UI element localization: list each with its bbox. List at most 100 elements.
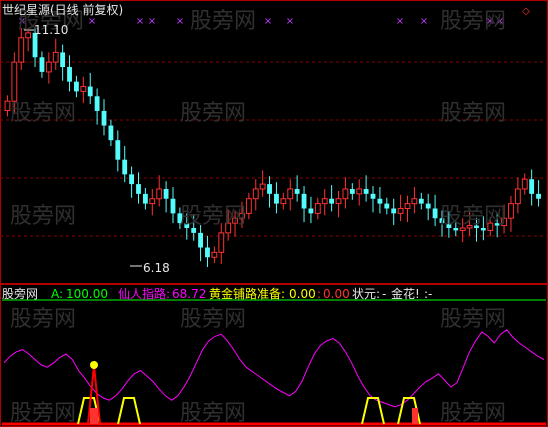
red-bar [90,408,98,424]
huangjin-value: 0.00 [289,287,316,301]
candle-body-down [205,247,210,258]
candle-body-down [108,125,114,141]
candle-body-down [536,193,541,199]
watermark-text: 股旁网 [440,401,507,426]
signal-marker: × [264,16,272,27]
candle-body-up [149,198,156,205]
candle-body-down [294,188,300,194]
jinhua-label: 金花! [391,287,420,301]
candle-body-down [170,198,176,214]
candle-body-up [411,198,418,205]
watermark-text: 股旁网 [180,307,247,332]
candle-body-up [508,203,514,219]
jinhua-value: :- [424,287,433,301]
candle-body-down [129,174,135,185]
candle-body-up [335,198,342,205]
watermark-text: 股旁网 [190,9,257,34]
candle-body-up [18,37,25,63]
candle-body-up [287,188,294,200]
spike-dot [90,361,98,369]
candle-body-down [74,81,79,92]
high-price-marker: 11.10 [34,23,69,37]
candle-body-down [163,188,169,199]
watermark-text: 股旁网 [180,204,247,229]
watermark-text: 股旁网 [10,307,77,332]
candle-body-down [308,208,314,214]
watermark-text: 股旁网 [440,9,507,34]
low-price-marker: 6.18 [143,261,170,275]
xianren-value: 68.72 [172,287,207,301]
candle-body-down [329,198,335,204]
watermark-text: 股旁网 [440,307,507,332]
signal-marker: × [396,16,404,27]
watermark-text: 股旁网 [180,401,247,426]
candle-body-down [94,96,100,111]
candle-body-up [11,61,18,102]
candle-body-up [521,178,528,190]
candle-body-down [377,198,383,204]
candle-body-up [245,198,252,214]
huangjin-label: 黄金铺路准备: [209,287,286,301]
candle-body-down [370,193,376,199]
extra-value: 0.00 [323,287,350,301]
signal-marker: × [176,16,184,27]
signal-marker: × [88,16,96,27]
a-label: A: [51,287,64,301]
candle-body-up [514,188,521,205]
candle-body-up [259,183,266,190]
stock-chart-window: × × × × × × × × × × × ◇ 股旁网 股旁网 股旁网 股旁网 股旁网 股旁网 股旁网… [0,0,548,427]
candle-body-up [321,198,328,205]
candle-body-up [342,188,349,200]
diamond-marker: ◇ [522,6,530,17]
candle-body-up [156,188,163,200]
candle-body-down [142,193,148,204]
candle-body-down [384,203,390,209]
candle-body-down [101,110,107,126]
candle-body-up [218,232,225,253]
status-label: 状元: [352,287,381,301]
candle-body-up [314,203,321,214]
candle-body-down [391,208,397,214]
candle-body-down [122,159,128,175]
signal-marker: × [420,16,428,27]
watermark-text: 股旁网 [440,204,507,229]
candle-body-down [349,188,355,194]
candle-body-up [80,86,87,92]
candle-body-up [356,188,363,195]
candle-body-down [136,184,141,194]
candle-body-down [60,52,66,68]
candle-body-up [52,51,59,63]
candle-body-up [404,203,411,209]
watermark-text: 股旁网 [180,101,247,126]
candle-body-up [211,251,218,258]
signal-marker: × [136,16,144,27]
candle-body-down [198,232,203,248]
candle-body-down [418,198,424,204]
candle-body-down [115,140,121,160]
indicator-panel-name: 股旁网 [2,287,39,301]
red-bar [412,408,418,424]
candle-body-up [280,198,287,205]
chart-title: 世纪星源(日线 前复权) [2,3,124,17]
candle-body-down [363,188,369,194]
candle-body-up [397,207,404,214]
candle-body-down [39,57,45,72]
candle-body-down [274,193,279,204]
watermark-text: 股旁网 [10,401,77,426]
watermark-text: 股旁网 [10,101,77,126]
candle-body-down [87,86,93,97]
colon-separator: : [317,287,322,301]
xianren-label: 仙人指路: [118,287,171,301]
candle-body-up [252,188,259,200]
a-value: 100.00 [66,287,108,301]
candle-body-down [432,208,438,219]
candle-body-down [267,184,272,194]
xianren-line [3,329,545,408]
candle-body-down [529,179,535,194]
candle-body-down [425,203,431,209]
candle-body-down [67,67,72,82]
signal-marker: × [148,16,156,27]
watermark-text: 股旁网 [440,101,507,126]
signal-marker: × [286,16,294,27]
golden-signal-shape [117,397,141,425]
